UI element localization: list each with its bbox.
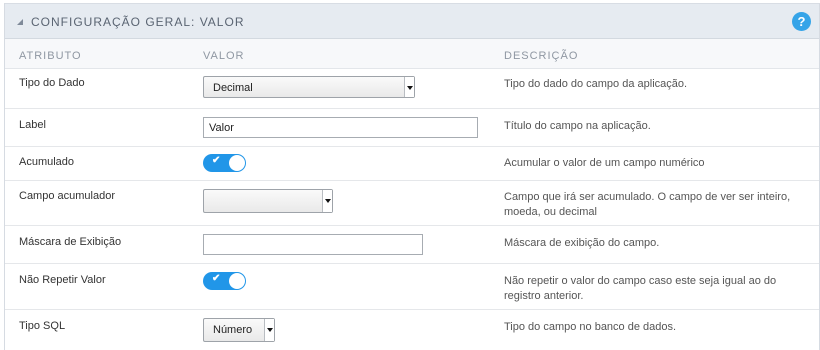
row-description: Máscara de exibição do campo. [504,237,660,249]
check-icon: ✔ [212,273,221,284]
config-panel: CONFIGURAÇÃO GERAL: VALOR ? ATRIBUTO VAL… [4,3,820,350]
check-icon: ✔ [212,155,221,166]
row-nao-repetir: Não Repetir Valor ✔ Não repetir o valor … [5,264,819,310]
row-label-field: Label Título do campo na aplicação. [5,109,819,147]
toggle-knob [229,155,245,171]
dropdown-arrow-icon [264,319,274,341]
row-tipo-sql: Tipo SQL Número Tipo do campo no banco d… [5,310,819,350]
dropdown-arrow-icon [404,77,414,97]
panel-title: CONFIGURAÇÃO GERAL: VALOR [31,15,245,29]
column-header-value: VALOR [203,50,245,62]
row-label: Tipo do Dado [19,77,85,89]
campo-acumulador-select[interactable] [203,189,333,213]
row-description: Tipo do dado do campo da aplicação. [504,78,688,90]
column-header-row: ATRIBUTO VALOR DESCRIÇÃO [5,39,819,69]
column-header-description: DESCRIÇÃO [504,50,579,62]
row-label: Tipo SQL [19,320,66,332]
panel-header[interactable]: CONFIGURAÇÃO GERAL: VALOR ? [5,3,819,39]
row-tipo-do-dado: Tipo do Dado Decimal Tipo do dado do cam… [5,68,819,109]
row-acumulado: Acumulado ✔ Acumular o valor de um campo… [5,147,819,181]
row-label: Label [19,119,46,131]
row-description: Acumular o valor de um campo numérico [504,157,705,169]
collapse-triangle-icon[interactable] [17,19,23,25]
help-icon[interactable]: ? [792,12,811,31]
acumulado-toggle[interactable]: ✔ [203,154,246,172]
row-campo-acumulador: Campo acumulador Campo que irá ser acumu… [5,181,819,226]
row-label: Campo acumulador [19,190,115,202]
column-header-attribute: ATRIBUTO [19,50,82,62]
tipo-sql-select[interactable]: Número [203,318,275,342]
label-input[interactable] [203,117,478,138]
row-description: Título do campo na aplicação. [504,120,651,132]
select-value: Decimal [213,82,253,94]
row-label: Acumulado [19,156,75,168]
row-description: Tipo do campo no banco de dados. [504,321,677,333]
nao-repetir-toggle[interactable]: ✔ [203,272,246,290]
row-description: Campo que irá ser acumulado. O campo de … [504,191,791,218]
tipo-dado-select[interactable]: Decimal [203,76,415,98]
toggle-knob [229,273,245,289]
select-value: Número [213,324,253,336]
row-mascara: Máscara de Exibição Máscara de exibição … [5,226,819,264]
mascara-input[interactable] [203,234,423,255]
row-label: Máscara de Exibição [19,236,122,248]
row-description: Não repetir o valor do campo caso este s… [504,275,777,302]
row-label: Não Repetir Valor [19,274,106,286]
dropdown-arrow-icon [322,190,332,212]
